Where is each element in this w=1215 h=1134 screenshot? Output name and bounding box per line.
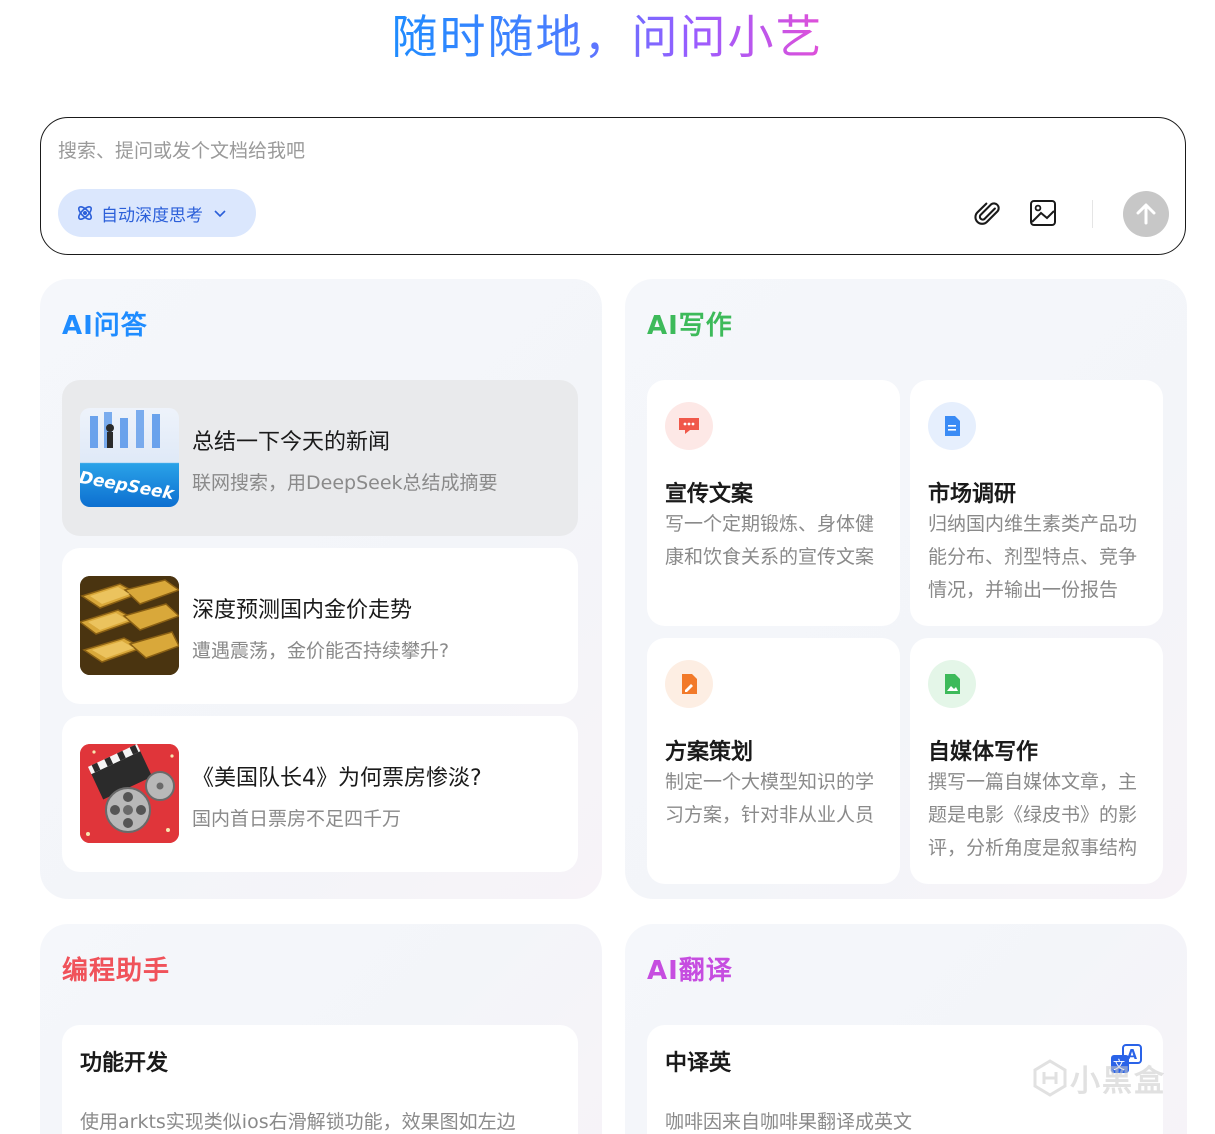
image-doc-icon: [928, 660, 976, 708]
film-reel-art: [80, 744, 179, 843]
qa-card-news[interactable]: DeepSeek 总结一下今天的新闻 联网搜索，用DeepSeek总结成摘要: [62, 380, 578, 536]
chat-bubble-icon: [665, 402, 713, 450]
qa-card-title: 总结一下今天的新闻: [192, 430, 391, 455]
hero-title-text: 随时随地，问问小艺: [391, 10, 824, 64]
thumb-brand-text: DeepSeek: [80, 468, 177, 505]
coding-panel-title: 编程助手: [62, 956, 171, 986]
qa-card-title: 《美国队长4》为何票房惨淡?: [192, 766, 482, 791]
qa-card-subtitle: 遭遇震荡，金价能否持续攀升?: [192, 640, 450, 662]
watermark: 小黑盒: [1030, 1056, 1166, 1100]
writing-card-desc: 归纳国内维生素类产品功能分布、剂型特点、竞争情况，并输出一份报告: [928, 513, 1138, 601]
movie-thumbnail: [80, 744, 179, 843]
writing-card-title: 宣传文案: [665, 482, 754, 507]
coding-panel: 编程助手 功能开发 使用arkts实现类似ios右滑解锁功能，效果图如左边: [40, 924, 602, 1134]
writing-card-media[interactable]: 自媒体写作 撰写一篇自媒体文章，主题是电影《绿皮书》的影评，分析角度是叙事结构: [910, 638, 1163, 884]
writing-card-title: 方案策划: [665, 740, 754, 765]
writing-card-plan[interactable]: 方案策划 制定一个大模型知识的学习方案，针对非从业人员: [647, 638, 900, 884]
edit-doc-icon: [665, 660, 713, 708]
qa-card-subtitle: 国内首日票房不足四千万: [192, 808, 402, 830]
writing-card-desc: 撰写一篇自媒体文章，主题是电影《绿皮书》的影评，分析角度是叙事结构: [928, 771, 1138, 859]
qa-card-gold[interactable]: 深度预测国内金价走势 遭遇震荡，金价能否持续攀升?: [62, 548, 578, 704]
translate-panel-title: AI翻译: [647, 956, 733, 986]
writing-card-title: 自媒体写作: [928, 740, 1039, 765]
gold-bars-art: [80, 576, 179, 675]
translate-card-title: 中译英: [665, 1051, 732, 1076]
document-icon: [928, 402, 976, 450]
deep-think-mode-label: 自动深度思考: [101, 205, 203, 226]
qa-card-movie[interactable]: 《美国队长4》为何票房惨淡? 国内首日票房不足四千万: [62, 716, 578, 872]
deep-think-mode-button[interactable]: 自动深度思考: [58, 189, 256, 237]
send-button[interactable]: [1123, 191, 1169, 237]
watermark-text: 小黑盒: [1070, 1064, 1166, 1099]
atom-icon: [78, 206, 92, 220]
writing-card-desc: 写一个定期锻炼、身体健康和饮食关系的宣传文案: [665, 513, 875, 568]
page: 随时随地，问问小艺 自动深度思考: [0, 0, 1215, 1134]
image-icon: [1030, 200, 1056, 226]
translate-card-desc: 咖啡因来自咖啡果翻译成英文: [665, 1111, 913, 1133]
qa-panel: AI问答 DeepSeek 总结一下今天的新闻 联网搜索，用DeepSeek总结…: [40, 279, 602, 899]
coding-card-desc: 使用arkts实现类似ios右滑解锁功能，效果图如左边: [80, 1111, 516, 1133]
writing-card-desc: 制定一个大模型知识的学习方案，针对非从业人员: [665, 771, 875, 826]
writing-card-title: 市场调研: [928, 482, 1017, 507]
writing-panel: AI写作 宣传文案 写一个定期锻炼、身体健康和饮食关系的宣传文案 市场调研 归纳…: [625, 279, 1187, 899]
send-arrow-icon: [1136, 203, 1156, 225]
news-thumbnail: DeepSeek: [80, 408, 179, 507]
qa-card-title: 深度预测国内金价走势: [192, 598, 413, 623]
qa-panel-title: AI问答: [62, 311, 148, 341]
gold-thumbnail: [80, 576, 179, 675]
search-box: 自动深度思考: [40, 117, 1186, 255]
coding-card-title: 功能开发: [80, 1051, 169, 1076]
chevron-down-icon: [214, 210, 226, 218]
watermark-logo-icon: [1033, 1059, 1067, 1097]
search-input[interactable]: [58, 136, 1158, 166]
writing-panel-title: AI写作: [647, 311, 733, 341]
translate-panel: AI翻译 中译英 咖啡因来自咖啡果翻译成英文 A 文: [625, 924, 1187, 1134]
coding-card-feature[interactable]: 功能开发 使用arkts实现类似ios右滑解锁功能，效果图如左边: [62, 1025, 578, 1134]
hero-title: 随时随地，问问小艺: [0, 8, 1215, 66]
writing-card-research[interactable]: 市场调研 归纳国内维生素类产品功能分布、剂型特点、竞争情况，并输出一份报告: [910, 380, 1163, 626]
qa-card-subtitle: 联网搜索，用DeepSeek总结成摘要: [192, 472, 498, 494]
toolbar-divider: [1092, 200, 1093, 228]
deepseek-thumbnail-art: DeepSeek: [80, 410, 177, 505]
image-upload-button[interactable]: [1026, 196, 1060, 230]
writing-card-promo[interactable]: 宣传文案 写一个定期锻炼、身体健康和饮食关系的宣传文案: [647, 380, 900, 626]
attachment-icon: [974, 202, 1000, 225]
attachment-button[interactable]: [971, 196, 1005, 230]
